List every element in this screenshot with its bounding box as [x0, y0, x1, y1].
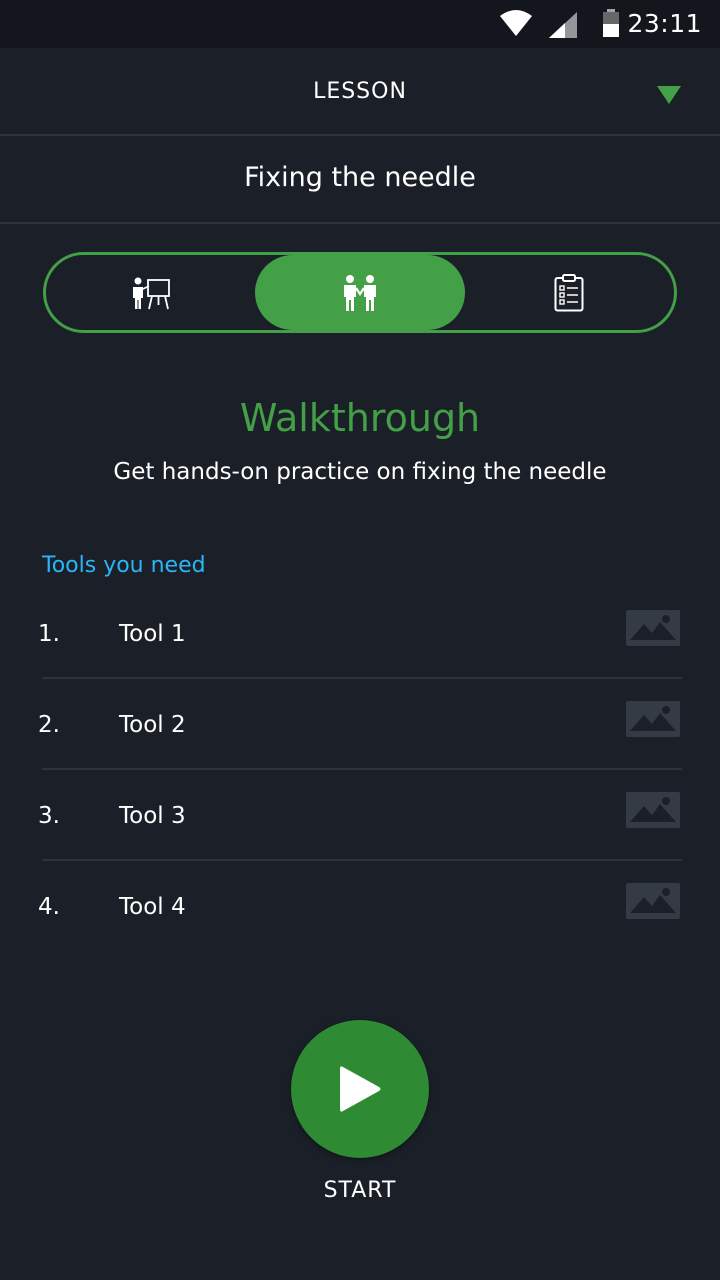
lesson-name: Fixing the needle — [244, 162, 476, 193]
section-title: Walkthrough — [239, 396, 481, 440]
wifi-icon — [500, 10, 532, 36]
tool-name: Tool 3 — [119, 803, 186, 829]
play-icon — [340, 1066, 381, 1112]
tab-presentation[interactable] — [46, 255, 256, 330]
checklist-icon — [554, 273, 584, 311]
tool-row[interactable]: 4. Tool 4 — [38, 861, 682, 952]
image-placeholder-icon — [626, 792, 680, 828]
tools-list: 1. Tool 1 2. Tool 2 3. Tool 3 4. Tool 4 — [0, 588, 720, 952]
header-title: LESSON — [313, 79, 407, 104]
mode-toggle — [43, 252, 677, 333]
image-placeholder-icon — [626, 883, 680, 919]
start-label[interactable]: START — [0, 1178, 720, 1203]
image-placeholder-icon — [626, 701, 680, 737]
tab-walkthrough[interactable] — [255, 255, 465, 330]
triangle-down-icon[interactable] — [655, 84, 683, 106]
walkthrough-icon — [344, 274, 376, 311]
tool-row[interactable]: 1. Tool 1 — [38, 588, 682, 679]
tool-name: Tool 2 — [119, 712, 186, 738]
tab-checklist[interactable] — [464, 255, 674, 330]
tool-name: Tool 4 — [119, 894, 186, 920]
lesson-header: LESSON — [0, 48, 720, 136]
tools-heading: Tools you need — [42, 553, 206, 578]
tool-name: Tool 1 — [119, 621, 186, 647]
tool-number: 4. — [38, 894, 60, 920]
tool-number: 1. — [38, 621, 60, 647]
tool-row[interactable]: 3. Tool 3 — [38, 770, 682, 861]
section-subtitle: Get hands-on practice on fixing the need… — [113, 459, 607, 485]
status-bar: 23:11 — [0, 0, 720, 48]
signal-icon — [549, 12, 577, 38]
start-button[interactable] — [291, 1020, 429, 1158]
tool-number: 3. — [38, 803, 60, 829]
image-placeholder-icon — [626, 610, 680, 646]
tool-row[interactable]: 2. Tool 2 — [38, 679, 682, 770]
battery-icon — [603, 9, 619, 37]
tool-number: 2. — [38, 712, 60, 738]
presentation-icon — [133, 277, 170, 309]
status-time: 23:11 — [627, 9, 702, 38]
lesson-name-bar: Fixing the needle — [0, 138, 720, 224]
